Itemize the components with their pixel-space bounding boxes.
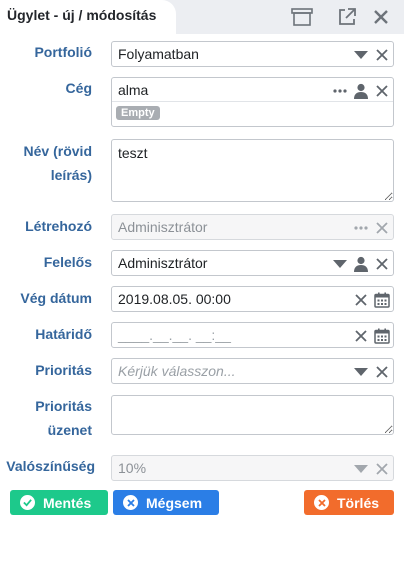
clear-icon[interactable] bbox=[373, 363, 391, 381]
save-button[interactable]: Mentés bbox=[10, 490, 108, 515]
calendar-icon[interactable] bbox=[373, 327, 391, 345]
check-icon bbox=[20, 495, 35, 510]
cancel-button[interactable]: Mégsem bbox=[113, 490, 219, 515]
probability-select: 10% bbox=[111, 455, 394, 481]
clear-icon[interactable] bbox=[373, 82, 391, 100]
cancel-icon bbox=[123, 495, 138, 510]
portfolio-label: Portfolió bbox=[34, 44, 92, 60]
creator-field: Adminisztrátor bbox=[111, 214, 394, 240]
user-icon[interactable] bbox=[352, 255, 370, 273]
chevron-down-icon bbox=[352, 460, 370, 478]
delete-icon bbox=[314, 495, 329, 510]
name-label: Név (rövid leírás) bbox=[0, 139, 92, 187]
deadline-field[interactable]: ____.__.__. __:__ bbox=[111, 322, 394, 348]
deadline-placeholder: ____.__.__. __:__ bbox=[118, 327, 231, 343]
clear-icon bbox=[373, 460, 391, 478]
name-label-line2: leírás) bbox=[50, 167, 92, 183]
window-title-tab: Ügylet - új / módosítás bbox=[0, 0, 176, 34]
user-icon[interactable] bbox=[352, 82, 370, 100]
save-label: Mentés bbox=[43, 494, 92, 511]
owner-select[interactable]: Adminisztrátor bbox=[111, 250, 394, 276]
cancel-label: Mégsem bbox=[146, 494, 203, 511]
more-icon bbox=[352, 219, 370, 237]
company-field[interactable]: alma Empty bbox=[111, 77, 394, 127]
clear-icon[interactable] bbox=[352, 291, 370, 309]
deal-edit-window: Ügylet - új / módosítás Portfolió Folyam… bbox=[0, 0, 404, 584]
window-header: Ügylet - új / módosítás bbox=[0, 0, 404, 34]
end-date-value: 2019.08.05. 00:00 bbox=[118, 291, 231, 307]
clear-icon[interactable] bbox=[373, 46, 391, 64]
clear-icon bbox=[373, 219, 391, 237]
end-date-label: Vég dátum bbox=[20, 290, 92, 306]
probability-value: 10% bbox=[118, 460, 147, 476]
company-value: alma bbox=[118, 82, 149, 98]
priority-message-label: Prioritás üzenet bbox=[0, 394, 92, 442]
chevron-down-icon[interactable] bbox=[331, 255, 349, 273]
creator-value: Adminisztrátor bbox=[118, 219, 208, 235]
priority-placeholder: Kérjük válasszon... bbox=[118, 363, 236, 379]
calendar-icon[interactable] bbox=[373, 291, 391, 309]
company-label: Cég bbox=[65, 80, 92, 96]
clear-icon[interactable] bbox=[373, 255, 391, 273]
clear-icon[interactable] bbox=[352, 327, 370, 345]
priority-message-textarea[interactable] bbox=[111, 395, 394, 435]
chevron-down-icon[interactable] bbox=[352, 363, 370, 381]
portfolio-value: Folyamatban bbox=[118, 46, 199, 62]
name-textarea[interactable] bbox=[111, 139, 394, 202]
deadline-label: Határidő bbox=[35, 326, 92, 342]
archive-icon[interactable] bbox=[290, 6, 314, 28]
creator-label: Létrehozó bbox=[25, 218, 92, 234]
window-title: Ügylet - új / módosítás bbox=[7, 7, 157, 23]
priority-label: Prioritás bbox=[35, 362, 92, 378]
empty-badge: Empty bbox=[116, 106, 160, 120]
priority-message-label-line1: Prioritás bbox=[35, 398, 92, 414]
open-external-icon[interactable] bbox=[335, 6, 359, 28]
chevron-down-icon[interactable] bbox=[352, 46, 370, 64]
company-divider bbox=[112, 101, 393, 102]
more-icon[interactable] bbox=[331, 82, 349, 100]
end-date-field[interactable]: 2019.08.05. 00:00 bbox=[111, 286, 394, 312]
delete-button[interactable]: Törlés bbox=[304, 490, 394, 515]
owner-label: Felelős bbox=[43, 254, 92, 270]
owner-value: Adminisztrátor bbox=[118, 255, 208, 271]
portfolio-select[interactable]: Folyamatban bbox=[111, 41, 394, 67]
close-window-icon[interactable] bbox=[369, 6, 393, 28]
priority-select[interactable]: Kérjük válasszon... bbox=[111, 358, 394, 384]
priority-message-label-line2: üzenet bbox=[47, 422, 92, 438]
name-label-line1: Név (rövid bbox=[23, 143, 92, 159]
delete-label: Törlés bbox=[337, 494, 380, 511]
probability-label: Valószínűség bbox=[6, 458, 95, 474]
